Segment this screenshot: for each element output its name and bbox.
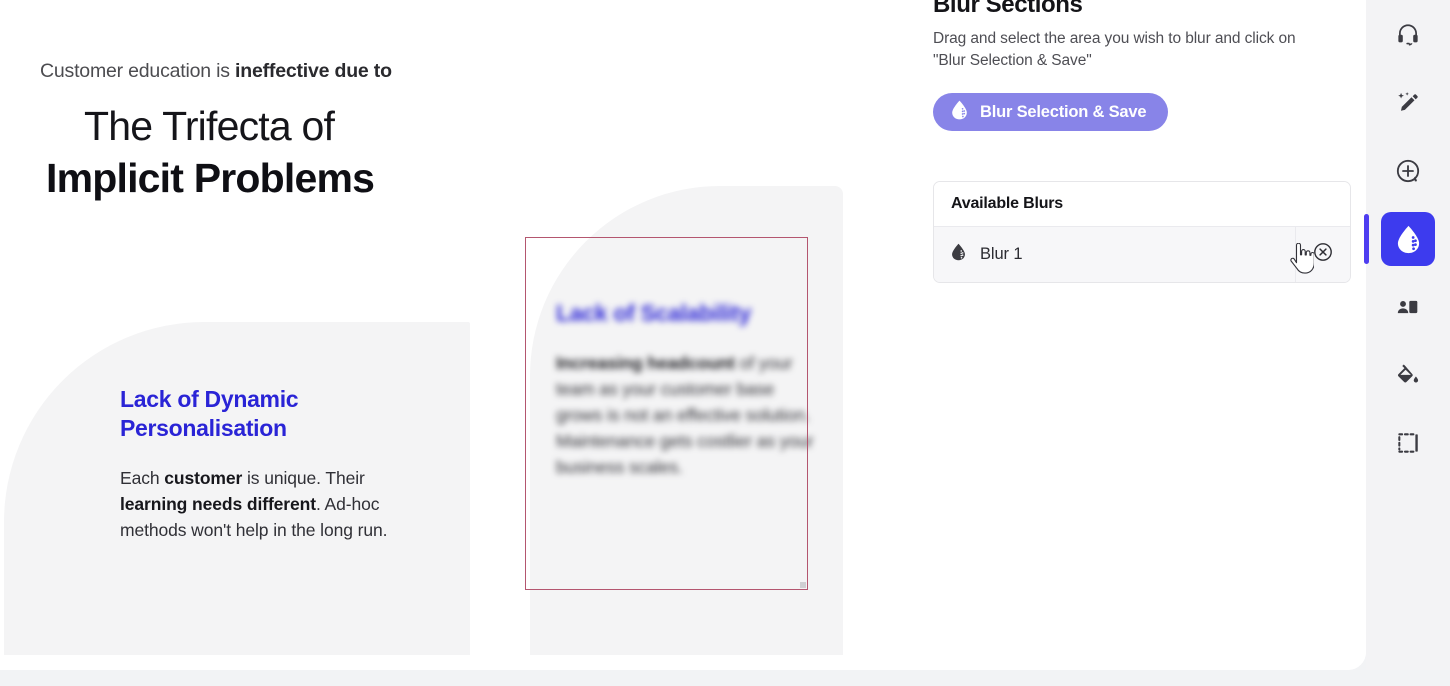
remove-blur-button[interactable] — [1295, 227, 1350, 282]
water-drop-icon — [951, 243, 966, 266]
tool-crop-select[interactable] — [1381, 416, 1435, 470]
tool-add-comment[interactable] — [1381, 144, 1435, 198]
headset-icon — [1395, 22, 1421, 48]
slide-card-dynamic-personalisation: Lack of Dynamic Personalisation Each cus… — [4, 322, 470, 655]
slide-kicker-bold: ineffective due to — [235, 60, 392, 82]
tool-fill-color[interactable] — [1381, 348, 1435, 402]
blur-list-item-label: Blur 1 — [980, 245, 1023, 263]
panel-title: Blur Sections — [933, 0, 1083, 18]
tool-blur[interactable] — [1364, 212, 1435, 266]
blur-list-item-main[interactable]: Blur 1 — [934, 227, 1295, 282]
card-content: Lack of Dynamic Personalisation Each cus… — [120, 385, 430, 543]
card-content-blurred: Lack of Scalability Increasing headcount… — [556, 299, 824, 480]
person-card-icon — [1395, 294, 1421, 320]
paint-bucket-icon — [1395, 362, 1421, 388]
tool-headset[interactable] — [1381, 8, 1435, 62]
blur-list-item[interactable]: Blur 1 — [934, 227, 1350, 282]
workspace: Customer education is ineffective due to… — [0, 0, 1366, 670]
water-drop-icon — [951, 100, 968, 125]
slide-canvas[interactable]: Customer education is ineffective due to… — [0, 0, 905, 670]
available-blurs-header: Available Blurs — [934, 182, 1350, 227]
slide-heading: Customer education is ineffective due to… — [40, 58, 470, 204]
blur-selection-save-button[interactable]: Blur Selection & Save — [933, 93, 1169, 131]
tool-magic-edit[interactable] — [1381, 76, 1435, 130]
slide-title-line1: The Trifecta of — [84, 103, 335, 149]
card-title: Lack of Scalability — [556, 300, 751, 326]
panel-description: Drag and select the area you wish to blu… — [933, 30, 1296, 69]
available-blurs-card: Available Blurs Blur 1 — [933, 181, 1351, 283]
blur-sections-panel: Blur Sections Drag and select the area y… — [905, 0, 1366, 670]
slide-kicker-prefix: Customer education is — [40, 60, 236, 82]
tool-rail — [1364, 0, 1450, 670]
slide-card-scalability: Lack of Scalability Increasing headcount… — [530, 186, 843, 655]
card-body: Increasing headcount of your team as you… — [556, 353, 814, 477]
card-body: Each customer is unique. Their learning … — [120, 468, 388, 540]
marquee-select-icon — [1395, 430, 1421, 456]
active-tool-indicator — [1364, 214, 1369, 264]
blur-selection-save-label: Blur Selection & Save — [980, 102, 1147, 121]
magic-pencil-icon — [1395, 90, 1421, 116]
circle-close-icon — [1313, 242, 1333, 267]
add-circle-icon — [1395, 158, 1421, 184]
tool-avatar-card[interactable] — [1381, 280, 1435, 334]
water-drop-icon — [1396, 225, 1421, 254]
slide-title-line2: Implicit Problems — [46, 155, 375, 201]
blur-sections-editor: Customer education is ineffective due to… — [0, 0, 1450, 686]
slide-kicker: Customer education is ineffective due to — [40, 58, 470, 84]
card-title: Lack of Dynamic Personalisation — [120, 386, 299, 441]
